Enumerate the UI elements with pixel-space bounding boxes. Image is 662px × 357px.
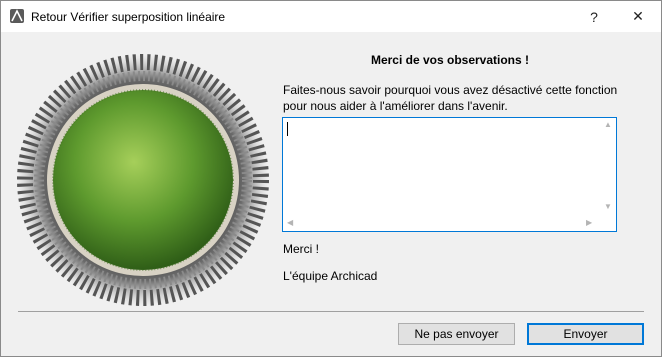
- no-send-button[interactable]: Ne pas envoyer: [398, 323, 515, 345]
- feedback-dialog: Retour Vérifier superposition linéaire ?…: [0, 0, 662, 357]
- signature-text: L'équipe Archicad: [283, 269, 378, 283]
- separator: [18, 311, 644, 312]
- archicad-icon: [10, 9, 24, 23]
- vertical-scrollbar[interactable]: ▲ ▼: [599, 118, 616, 214]
- scroll-up-icon[interactable]: ▲: [604, 120, 612, 130]
- title-bar: Retour Vérifier superposition linéaire ?…: [1, 1, 661, 32]
- horizontal-scrollbar[interactable]: ◀ ▶: [283, 214, 599, 231]
- scroll-down-icon[interactable]: ▼: [604, 202, 612, 212]
- dialog-heading: Merci de vos observations !: [370, 53, 530, 67]
- help-icon: ?: [590, 8, 598, 25]
- text-caret: [287, 122, 288, 136]
- dialog-description: Faites-nous savoir pourquoi vous avez dé…: [283, 83, 618, 113]
- dialog-body: Merci de vos observations ! Faites-nous …: [1, 32, 661, 356]
- thanks-text: Merci !: [283, 242, 319, 256]
- window-title: Retour Vérifier superposition linéaire: [31, 10, 226, 24]
- help-button[interactable]: ?: [571, 1, 617, 32]
- scroll-left-icon[interactable]: ◀: [287, 218, 293, 228]
- send-button[interactable]: Envoyer: [527, 323, 644, 345]
- scroll-right-icon[interactable]: ▶: [586, 218, 592, 228]
- feedback-textarea[interactable]: ▲ ▼ ◀ ▶: [282, 117, 617, 232]
- close-icon: ✕: [632, 8, 644, 24]
- close-button[interactable]: ✕: [615, 1, 661, 32]
- crowd-globe-image: [17, 54, 269, 306]
